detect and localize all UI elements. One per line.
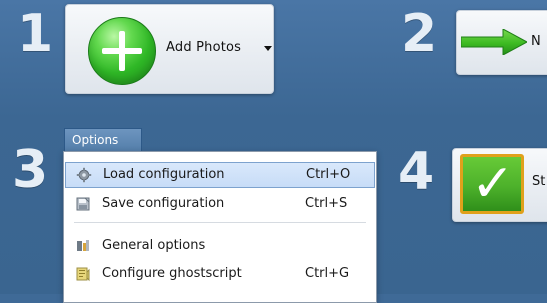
save-icon [75,196,91,212]
checkmark-icon [460,154,524,214]
menu-item-label: Save configuration [102,196,225,211]
right-arrow-icon [461,29,527,55]
start-label: St [532,174,546,189]
plus-circle-icon [88,17,156,85]
menu-item-shortcut: Ctrl+S [305,196,348,211]
menu-separator [74,222,366,223]
options-dropdown-menu: Load configuration Ctrl+O Save configura… [63,151,377,303]
menu-item-label: General options [102,238,206,253]
menu-item-configure-ghostscript[interactable]: Configure ghostscript Ctrl+G [65,262,375,288]
ghostscript-icon [75,266,91,282]
menu-item-general-options[interactable]: General options [65,234,375,260]
menu-item-label: Load configuration [103,167,225,182]
step-number-4: 4 [398,142,435,202]
step-number-1: 1 [17,4,54,64]
step-number-3: 3 [12,140,49,200]
menu-item-save-configuration[interactable]: Save configuration Ctrl+S [65,192,375,218]
menu-item-label: Configure ghostscript [102,266,242,281]
gear-icon [76,167,92,183]
add-photos-label: Add Photos [166,40,242,55]
menu-item-load-configuration[interactable]: Load configuration Ctrl+O [65,162,375,188]
chevron-down-icon[interactable] [264,46,272,51]
next-step-label: N [531,34,541,49]
general-options-icon [75,238,91,254]
options-menu-tab[interactable]: Options [64,128,142,151]
step-number-2: 2 [401,4,438,64]
menu-item-shortcut: Ctrl+O [306,167,351,182]
menu-item-shortcut: Ctrl+G [305,266,350,281]
